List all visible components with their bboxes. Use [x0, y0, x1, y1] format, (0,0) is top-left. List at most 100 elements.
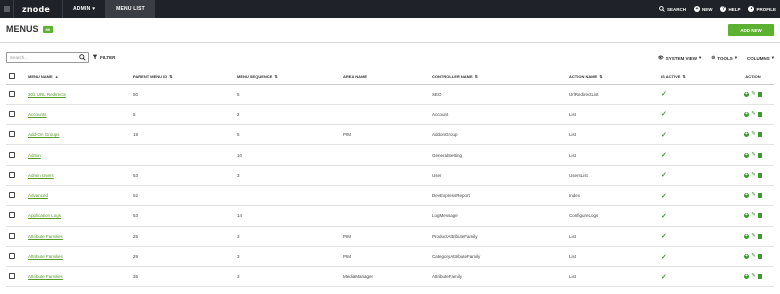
active-check-icon: ✓	[661, 253, 667, 261]
add-child-icon[interactable]: +	[744, 111, 749, 117]
menu-sequence-cell: 14	[237, 205, 343, 227]
new-button[interactable]: + NEW	[693, 6, 712, 12]
row-checkbox[interactable]	[9, 253, 15, 260]
sort-icon: ⇅	[169, 74, 173, 80]
add-child-icon[interactable]: +	[744, 172, 749, 178]
menu-name-link[interactable]: Accounts	[28, 112, 47, 117]
system-view-dropdown[interactable]: 👁 SYSTEM VIEW ▾	[658, 55, 701, 61]
search-button[interactable]: SEARCH	[659, 6, 686, 12]
menu-name-link[interactable]: 301 URL Redirects	[28, 92, 66, 97]
row-checkbox[interactable]	[9, 151, 15, 158]
add-child-icon[interactable]: +	[744, 193, 749, 199]
delete-icon[interactable]	[758, 152, 762, 158]
add-new-button[interactable]: ADD NEW	[728, 24, 774, 36]
row-checkbox[interactable]	[9, 192, 15, 199]
chevron-down-icon: ▾	[92, 6, 96, 12]
edit-icon[interactable]: ✎	[751, 233, 756, 239]
delete-icon[interactable]	[758, 132, 762, 138]
column-header-parent-menu-id[interactable]: PARENT MENU ID ⇅	[133, 70, 237, 85]
menu-name-link[interactable]: Attribute Families	[28, 274, 63, 279]
edit-icon[interactable]: ✎	[751, 111, 756, 117]
menu-list-tab[interactable]: MENU LIST	[105, 0, 155, 18]
row-checkbox[interactable]	[9, 232, 15, 239]
delete-icon[interactable]	[758, 254, 762, 260]
search-input[interactable]: Search...	[6, 52, 89, 63]
column-header-controller-name[interactable]: CONTROLLER NAME ⇅	[432, 70, 569, 85]
column-header-action-name[interactable]: ACTION NAME ⇅	[569, 70, 661, 85]
add-child-icon[interactable]: +	[744, 254, 749, 260]
table-row[interactable]: Attribute Families 29 3 PIM CategoryAttr…	[6, 246, 774, 268]
edit-icon[interactable]: ✎	[751, 253, 756, 259]
tools-dropdown[interactable]: ⚙ TOOLS ▾	[711, 55, 737, 61]
column-header-is-active[interactable]: IS ACTIVE ⇅	[661, 70, 732, 85]
area-name-cell	[343, 144, 432, 166]
add-child-icon[interactable]: +	[744, 213, 749, 219]
edit-icon[interactable]: ✎	[751, 152, 756, 158]
help-icon: ?	[720, 6, 727, 12]
plus-icon: +	[693, 6, 700, 12]
row-checkbox[interactable]	[9, 212, 15, 219]
menu-name-link[interactable]: Attribute Families	[28, 234, 63, 239]
filter-button[interactable]: FILTER	[92, 54, 115, 60]
delete-icon[interactable]	[758, 91, 762, 97]
edit-icon[interactable]: ✎	[751, 131, 756, 137]
row-checkbox[interactable]	[9, 273, 15, 280]
table-row[interactable]: Attribute Families 35 3 MediaManager Att…	[6, 266, 774, 288]
row-actions: + ✎	[732, 91, 774, 97]
action-name-cell: List	[569, 266, 661, 288]
header-divider	[0, 42, 780, 43]
search-icon[interactable]	[79, 54, 86, 61]
table-row[interactable]: Admin Users 53 3 User UsersList ✓ + ✎	[6, 165, 774, 186]
edit-icon[interactable]: ✎	[751, 91, 756, 97]
delete-icon[interactable]	[758, 111, 762, 117]
controller-name-cell: User	[432, 165, 569, 186]
row-checkbox[interactable]	[9, 90, 15, 97]
row-checkbox[interactable]	[9, 131, 15, 138]
select-all-checkbox[interactable]	[9, 73, 15, 80]
edit-icon[interactable]: ✎	[751, 274, 756, 280]
action-name-cell: List	[569, 144, 661, 166]
area-name-cell: PIM	[343, 124, 432, 146]
add-child-icon[interactable]: +	[744, 274, 749, 280]
table-row[interactable]: Accounts 5 2 Account List ✓ + ✎	[6, 104, 774, 126]
table-row[interactable]: Add-On Groups 19 5 PIM AddonGroup List ✓…	[6, 124, 774, 146]
table-row[interactable]: Advanced 52 DevExpressReport Index ✓ + ✎	[6, 185, 774, 207]
delete-icon[interactable]	[758, 172, 762, 178]
menu-name-link[interactable]: Attribute Families	[28, 254, 63, 259]
tools-label: TOOLS	[717, 55, 733, 61]
menu-name-link[interactable]: Advanced	[28, 193, 48, 198]
znode-logo[interactable]: znode	[14, 5, 62, 14]
row-checkbox[interactable]	[9, 171, 15, 178]
admin-menu-button[interactable]: ADMIN ▾	[62, 0, 105, 18]
area-name-cell	[343, 104, 432, 126]
app-grid-icon[interactable]	[0, 0, 14, 18]
help-button[interactable]: ? HELP	[720, 6, 740, 12]
delete-icon[interactable]	[758, 213, 762, 219]
edit-icon[interactable]: ✎	[751, 192, 756, 198]
menu-name-link[interactable]: Admin	[28, 153, 41, 158]
edit-icon[interactable]: ✎	[751, 172, 756, 178]
add-child-icon[interactable]: +	[744, 233, 749, 239]
edit-icon[interactable]: ✎	[751, 213, 756, 219]
table-row[interactable]: Attribute Families 25 3 PIM ProductAttri…	[6, 226, 774, 247]
column-header-menu-sequence[interactable]: MENU SEQUENCE ⇅	[237, 70, 343, 85]
table-row[interactable]: 301 URL Redirects 50 5 SEO UrlRedirectLi…	[6, 84, 774, 105]
menu-name-link[interactable]: Application Logs	[28, 213, 61, 218]
columns-dropdown[interactable]: COLUMNS ▾	[747, 55, 774, 61]
column-header-area-name[interactable]: AREA NAME	[343, 70, 432, 85]
add-child-icon[interactable]: +	[744, 91, 749, 97]
table-row[interactable]: Admin 10 GeneralSetting List ✓ + ✎	[6, 144, 774, 166]
delete-icon[interactable]	[758, 193, 762, 199]
menu-name-link[interactable]: Admin Users	[28, 173, 54, 178]
table-row[interactable]: Application Logs 53 14 LogMessage Config…	[6, 205, 774, 227]
add-child-icon[interactable]: +	[744, 152, 749, 158]
delete-icon[interactable]	[758, 233, 762, 239]
profile-button[interactable]: • PROFILE	[748, 6, 776, 12]
add-child-icon[interactable]: +	[744, 132, 749, 138]
column-header-menu-name[interactable]: MENU NAME ▲	[28, 70, 133, 85]
menu-name-link[interactable]: Add-On Groups	[28, 132, 60, 137]
row-actions: + ✎	[732, 131, 774, 138]
chevron-down-icon: ▾	[698, 55, 702, 60]
delete-icon[interactable]	[758, 274, 762, 280]
row-checkbox[interactable]	[9, 110, 15, 117]
